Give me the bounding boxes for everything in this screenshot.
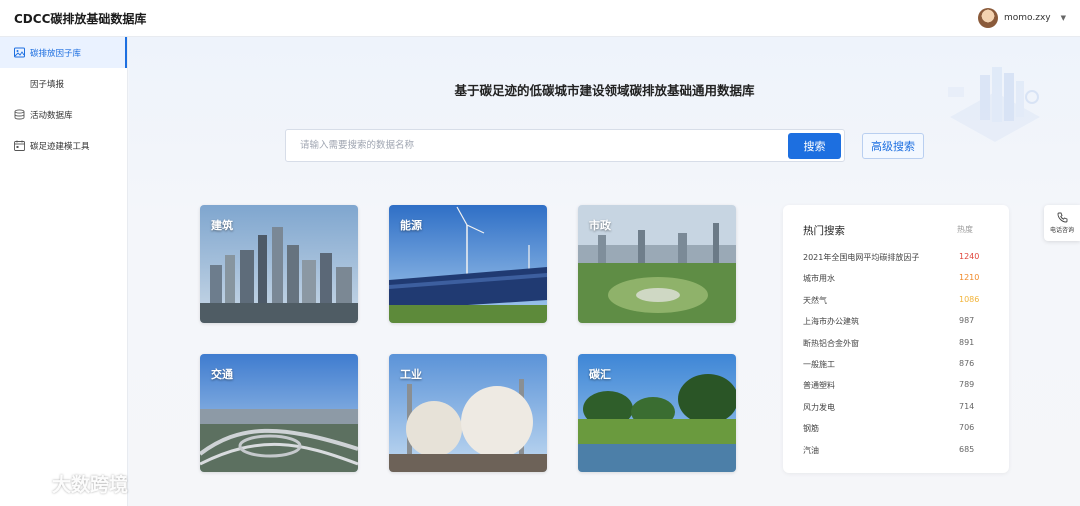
card-label: 建筑: [211, 219, 233, 232]
database-icon: [14, 109, 25, 120]
hot-search-value: 891: [959, 337, 975, 347]
popularity-column-header: 热度: [957, 225, 973, 234]
category-card-transport[interactable]: 交通: [200, 354, 358, 472]
hot-search-value: 714: [959, 401, 975, 411]
database-illustration-icon: [948, 67, 1040, 142]
user-menu[interactable]: momo.zxy ▼: [977, 8, 1066, 28]
hot-search-row[interactable]: 天然气 1086: [803, 295, 993, 309]
chevron-down-icon[interactable]: ▼: [1061, 14, 1066, 22]
sidebar-item-label: 因子填报: [30, 79, 65, 90]
hot-search-name: 上海市办公建筑: [803, 317, 859, 327]
hot-search-row[interactable]: 风力发电 714: [803, 402, 993, 416]
sidebar: 碳排放因子库 因子填报 活动数据库 碳足迹建模工具: [0, 37, 128, 506]
sidebar-item-label: 碳排放因子库: [30, 48, 82, 59]
hot-search-title: 热门搜索: [803, 225, 845, 237]
hot-search-value: 1086: [959, 294, 980, 304]
hot-search-name: 2021年全国电网平均碳排放因子: [803, 253, 920, 262]
main-content: 基于碳足迹的低碳城市建设领域碳排放基础通用数据库 搜索 高级搜索 建筑: [129, 37, 1080, 506]
hot-search-row[interactable]: 上海市办公建筑 987: [803, 316, 993, 330]
card-label: 市政: [589, 219, 611, 232]
hot-search-row[interactable]: 钢筋 706: [803, 423, 993, 437]
hot-search-value: 789: [959, 380, 975, 390]
advanced-search-button[interactable]: 高级搜索: [862, 133, 924, 159]
category-card-industry[interactable]: 工业: [389, 354, 547, 472]
category-card-carbon-sink[interactable]: 碳汇: [578, 354, 736, 472]
hot-search-row[interactable]: 城市用水 1210: [803, 273, 993, 287]
watermark-logo-icon: [10, 474, 41, 495]
watermark: 大数跨境: [8, 470, 128, 497]
phone-consult-label: 电话咨询: [1049, 227, 1074, 234]
hot-search-value: 1210: [959, 273, 980, 283]
app-title: CDCC碳排放基础数据库: [14, 11, 147, 26]
card-label: 工业: [400, 368, 422, 381]
username[interactable]: momo.zxy: [1004, 13, 1051, 23]
card-label: 能源: [400, 219, 422, 232]
category-card-municipal[interactable]: 市政: [578, 205, 736, 323]
hot-search-value: 876: [959, 359, 975, 368]
hot-search-name: 断热铝合金外窗: [803, 338, 859, 348]
hot-search-value: 685: [959, 444, 975, 454]
hot-search-row[interactable]: 断热铝合金外窗 891: [803, 338, 993, 352]
hot-search-row[interactable]: 2021年全国电网平均碳排放因子 1240: [803, 252, 993, 266]
search-bar: 搜索: [285, 129, 845, 162]
card-label: 交通: [211, 368, 233, 381]
hot-search-name: 风力发电: [803, 402, 835, 412]
phone-consult-button[interactable]: 电话咨询: [1044, 205, 1080, 241]
phone-icon: [1057, 212, 1067, 223]
image-icon: [14, 47, 25, 58]
hot-search-row[interactable]: 汽油 685: [803, 445, 993, 459]
hot-search-name: 钢筋: [803, 424, 819, 434]
search-button[interactable]: 搜索: [788, 133, 841, 159]
sidebar-item-label: 碳足迹建模工具: [30, 141, 90, 152]
sidebar-item-label: 活动数据库: [30, 110, 73, 121]
hot-search-row[interactable]: 一般施工 876: [803, 359, 993, 373]
hot-search-value: 706: [959, 423, 975, 433]
hot-search-name: 城市用水: [803, 274, 835, 284]
watermark-text: 大数跨境: [52, 474, 129, 496]
search-input[interactable]: [286, 130, 786, 161]
sidebar-item-emission-factors[interactable]: 碳排放因子库: [0, 37, 127, 68]
card-label: 碳汇: [589, 368, 611, 381]
sidebar-item-footprint-tool[interactable]: 碳足迹建模工具: [0, 130, 127, 161]
hot-search-name: 一般施工: [803, 360, 835, 369]
hot-search-name: 天然气: [803, 295, 827, 305]
hot-search-name: 普通塑料: [803, 381, 835, 391]
sidebar-item-activity-db[interactable]: 活动数据库: [0, 99, 127, 130]
sidebar-item-factor-submit[interactable]: 因子填报: [0, 68, 127, 99]
hot-search-value: 987: [959, 316, 975, 326]
category-card-building[interactable]: 建筑: [200, 205, 358, 323]
category-card-energy[interactable]: 能源: [389, 205, 547, 323]
page-title: 基于碳足迹的低碳城市建设领域碳排放基础通用数据库: [454, 83, 755, 98]
calendar-icon: [14, 140, 25, 151]
hot-search-name: 汽油: [803, 445, 819, 455]
avatar[interactable]: [977, 8, 998, 28]
hot-search-value: 1240: [959, 252, 980, 261]
hot-search-row[interactable]: 普通塑料 789: [803, 380, 993, 394]
top-header: CDCC碳排放基础数据库 momo.zxy ▼: [0, 0, 1080, 37]
hot-search-panel: 热门搜索 热度 2021年全国电网平均碳排放因子 1240 城市用水 1210 天然气 1…: [783, 205, 1009, 473]
